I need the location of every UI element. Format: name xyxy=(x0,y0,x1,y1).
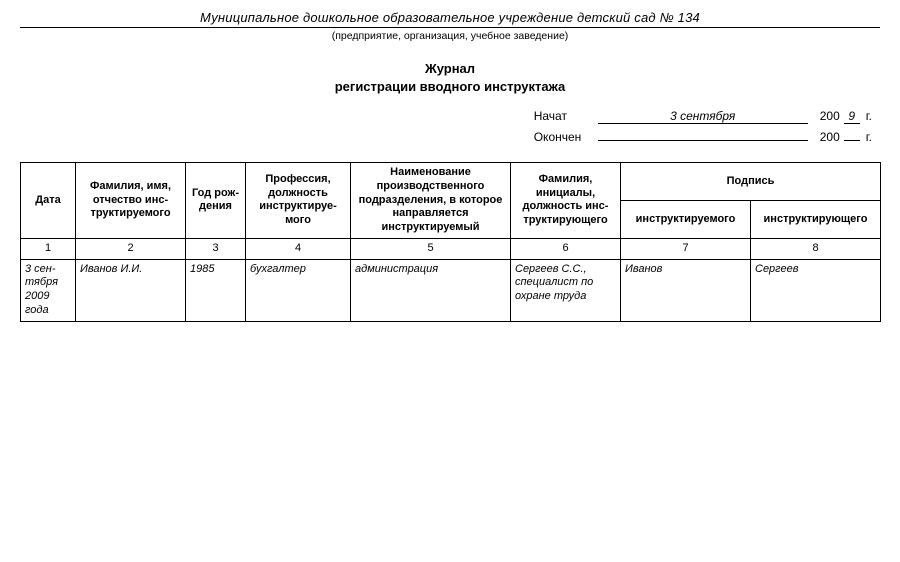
date-end-value xyxy=(598,126,808,141)
col-header-instructor: Фамилия, инициалы, должность инс­труктир… xyxy=(511,163,621,239)
journal-title-line2: регистрации вводного инструктажа xyxy=(20,78,880,96)
cell-profession: бухгалтер xyxy=(246,259,351,321)
colnum-1: 1 xyxy=(21,238,76,259)
date-end-year-digit xyxy=(844,126,860,141)
col-header-sign-instructor: инструктирующего xyxy=(751,200,881,238)
col-header-profession: Профессия, должность инструктируе­мого xyxy=(246,163,351,239)
colnum-5: 5 xyxy=(351,238,511,259)
col-header-fio: Фамилия, имя, отчество инс­труктируемого xyxy=(76,163,186,239)
date-start-row: Начат 3 сентября 200 9 г. xyxy=(534,109,872,124)
column-number-row: 1 2 3 4 5 6 7 8 xyxy=(21,238,881,259)
date-start-value: 3 сентября xyxy=(598,109,808,124)
date-end-year-suffix: г. xyxy=(866,130,872,144)
date-end-year-prefix: 200 xyxy=(820,130,840,144)
date-end-row: Окончен 200 г. xyxy=(534,126,872,144)
journal-title-line1: Журнал xyxy=(20,60,880,78)
cell-birth: 1985 xyxy=(186,259,246,321)
cell-department: администрация xyxy=(351,259,511,321)
date-block: Начат 3 сентября 200 9 г. Окончен 200 г. xyxy=(20,109,880,146)
col-header-signature: Подпись xyxy=(621,163,881,201)
colnum-2: 2 xyxy=(76,238,186,259)
organization-title: Муниципальное дошкольное образовательное… xyxy=(20,10,880,25)
col-header-sign-instructee: инструктируемого xyxy=(621,200,751,238)
date-start-year-digit: 9 xyxy=(844,109,860,124)
date-start-year-suffix: г. xyxy=(866,109,872,123)
colnum-4: 4 xyxy=(246,238,351,259)
date-start-year-prefix: 200 xyxy=(820,109,840,123)
organization-underline xyxy=(20,27,880,28)
col-header-department: Наименование производственного подраздел… xyxy=(351,163,511,239)
cell-sign-instructor: Сергеев xyxy=(751,259,881,321)
cell-instructor: Сергеев С.С., специалист по охране труда xyxy=(511,259,621,321)
date-end-label: Окончен xyxy=(534,130,594,144)
cell-fio: Иванов И.И. xyxy=(76,259,186,321)
colnum-6: 6 xyxy=(511,238,621,259)
col-header-birth: Год рож­дения xyxy=(186,163,246,239)
registry-table: Дата Фамилия, имя, отчество инс­труктиру… xyxy=(20,162,881,322)
colnum-3: 3 xyxy=(186,238,246,259)
date-start-label: Начат xyxy=(534,109,594,123)
cell-date: 3 сен­тября 2009 года xyxy=(21,259,76,321)
cell-sign-instructee: Иванов xyxy=(621,259,751,321)
colnum-8: 8 xyxy=(751,238,881,259)
colnum-7: 7 xyxy=(621,238,751,259)
organization-subtitle: (предприятие, организация, учебное завед… xyxy=(20,30,880,42)
journal-title: Журнал регистрации вводного инструктажа xyxy=(20,60,880,95)
col-header-date: Дата xyxy=(21,163,76,239)
table-row: 3 сен­тября 2009 года Иванов И.И. 1985 б… xyxy=(21,259,881,321)
